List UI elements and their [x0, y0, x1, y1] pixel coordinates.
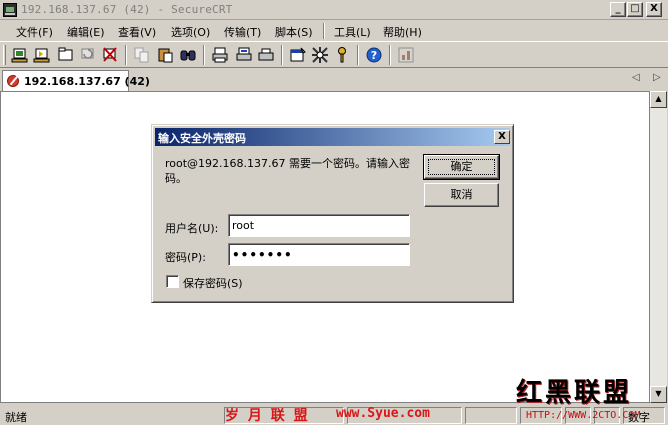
help-icon[interactable]: ?: [365, 46, 383, 64]
session-tab-strip: 192.168.137.67 (42) ◁ ▷: [0, 68, 668, 91]
save-password-label[interactable]: 保存密码(S): [183, 275, 243, 291]
watermark-site-url: HTTP://WWW.2CTO.COM: [526, 410, 641, 421]
menu-bar: 文件(F) 编辑(E) 查看(V) 选项(O) 传输(T) 脚本(S) 工具(L…: [0, 20, 668, 41]
watermark-syue-url: www.Syue.com: [336, 406, 430, 421]
cancel-button[interactable]: 取消: [424, 183, 499, 207]
vertical-scrollbar[interactable]: ▲ ▼: [650, 91, 667, 403]
save-password-checkbox[interactable]: [166, 275, 179, 288]
menu-separator: [323, 23, 325, 39]
username-field[interactable]: root: [228, 214, 410, 237]
connect-icon[interactable]: [11, 46, 29, 64]
menu-file[interactable]: 文件(F): [16, 24, 53, 40]
status-ready: 就绪: [5, 411, 27, 424]
dialog-message: root@192.168.137.67 需要一个密码。请输入密码。: [165, 157, 411, 185]
reconnect-icon[interactable]: [79, 46, 97, 64]
menu-script[interactable]: 脚本(S): [275, 24, 313, 40]
disconnect-icon[interactable]: [101, 46, 119, 64]
svg-text:?: ?: [371, 49, 377, 62]
username-label: 用户名(U):: [165, 222, 219, 235]
scroll-down-icon[interactable]: ▼: [650, 386, 667, 403]
logo-icon[interactable]: [397, 46, 415, 64]
menu-help[interactable]: 帮助(H): [383, 24, 422, 40]
title-bar: 192.168.137.67 (42) - SecureCRT _ □ X: [0, 0, 668, 20]
status-panel: [465, 407, 517, 424]
minimize-button[interactable]: _: [610, 2, 626, 17]
menu-transfer[interactable]: 传输(T): [224, 24, 261, 40]
watermark-logo: 红黑联盟: [516, 378, 633, 408]
tab-session-192-168-137-67[interactable]: 192.168.137.67 (42): [2, 70, 150, 91]
password-label: 密码(P):: [165, 251, 206, 264]
copy-icon[interactable]: [133, 46, 151, 64]
tab-scroll-right-icon[interactable]: ▷: [653, 72, 661, 83]
menu-view[interactable]: 查看(V): [118, 24, 156, 40]
print-icon[interactable]: [211, 46, 229, 64]
print-selection-icon[interactable]: [235, 46, 253, 64]
toolbar-separator: [389, 45, 391, 65]
dialog-close-button[interactable]: X: [494, 130, 510, 144]
find-icon[interactable]: [179, 46, 197, 64]
toolbar-grip[interactable]: [3, 45, 6, 65]
dialog-title: 输入安全外壳密码: [158, 132, 246, 145]
toolbar-separator: [281, 45, 283, 65]
dialog-title-bar[interactable]: 输入安全外壳密码 X: [155, 128, 510, 146]
session-status-icon: [7, 75, 19, 87]
tab-scroll-left-icon[interactable]: ◁: [632, 72, 640, 83]
watermark-syue-cn: 岁 月 联 盟: [225, 408, 310, 424]
connect-in-tab-icon[interactable]: [57, 46, 75, 64]
toolbar: ?: [0, 41, 668, 68]
menu-options[interactable]: 选项(O): [171, 24, 210, 40]
toolbar-separator: [203, 45, 205, 65]
menu-edit[interactable]: 编辑(E): [67, 24, 105, 40]
password-field[interactable]: •••••••: [228, 243, 410, 266]
close-window-button[interactable]: X: [646, 2, 662, 17]
global-options-icon[interactable]: [311, 46, 329, 64]
password-dialog: 输入安全外壳密码 X root@192.168.137.67 需要一个密码。请输…: [151, 124, 514, 303]
maximize-button[interactable]: □: [627, 2, 643, 17]
tab-label: 192.168.137.67 (42): [24, 75, 150, 88]
toolbar-separator: [357, 45, 359, 65]
paste-icon[interactable]: [157, 46, 175, 64]
scroll-up-icon[interactable]: ▲: [650, 91, 667, 108]
ok-button[interactable]: 确定: [423, 154, 500, 180]
toolbar-separator: [125, 45, 127, 65]
keymap-icon[interactable]: [333, 46, 351, 64]
session-options-icon[interactable]: [289, 46, 307, 64]
window-title: 192.168.137.67 (42) - SecureCRT: [21, 3, 233, 16]
quick-connect-icon[interactable]: [33, 46, 51, 64]
print-setup-icon[interactable]: [257, 46, 275, 64]
menu-tools[interactable]: 工具(L): [334, 24, 371, 40]
securecrt-app-icon[interactable]: [3, 3, 17, 17]
